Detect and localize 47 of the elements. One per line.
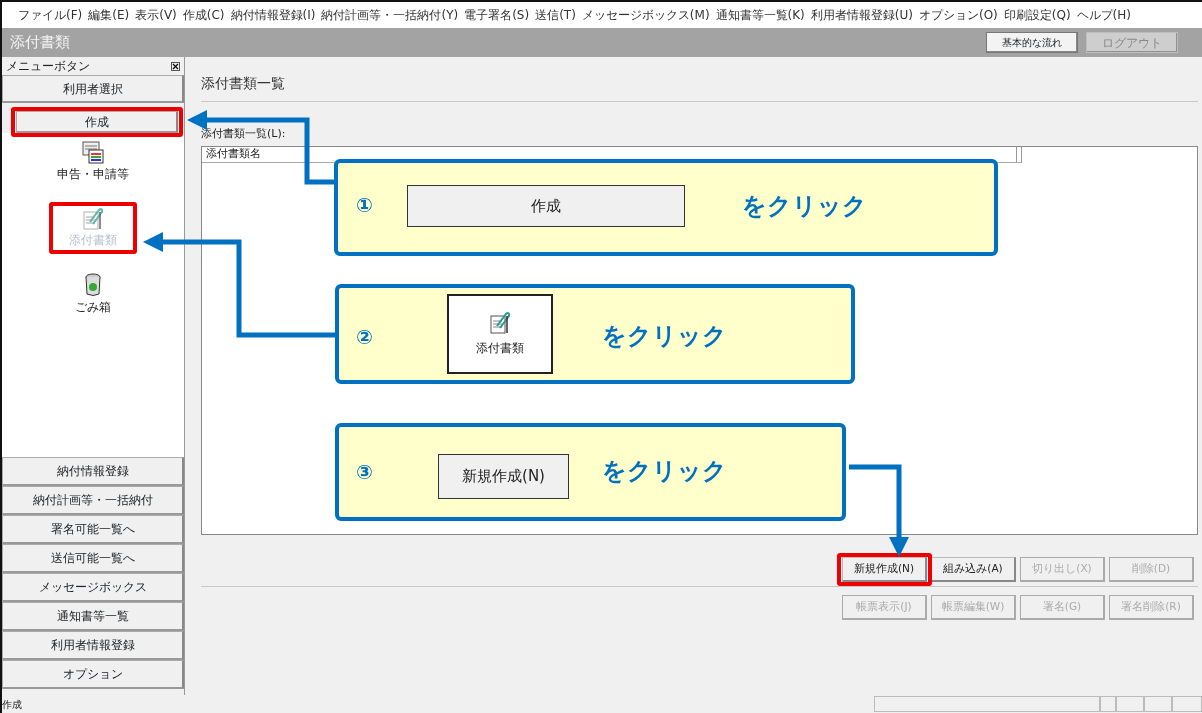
menu-item[interactable]: 納付計画等・一括納付(Y) (321, 6, 459, 24)
menu-button[interactable]: 署名可能一覧へ (2, 515, 184, 544)
menu-button[interactable]: 通知書等一覧 (2, 602, 184, 631)
window-title: 添付書類 (10, 32, 70, 54)
menu-button[interactable]: メッセージボックス (2, 573, 184, 602)
instruction-text: をクリック (602, 321, 727, 352)
tile-label: 添付書類 (476, 340, 524, 357)
menu-button[interactable]: 利用者選択 (2, 75, 184, 103)
instruction-text: をクリック (742, 191, 867, 222)
menu-item[interactable]: 作成(C) (182, 6, 225, 24)
menu-button[interactable]: 納付情報登録 (2, 457, 184, 486)
menu-item[interactable]: ヘルプ(H) (1076, 6, 1131, 24)
menu-button[interactable]: 作成 (16, 111, 178, 133)
status-text: 作成 (2, 697, 22, 712)
sidebar-header: メニューボタン (6, 58, 90, 75)
menu-item[interactable]: 通知書等一覧(K) (715, 6, 805, 24)
menu-item[interactable]: 表示(V) (135, 6, 177, 24)
trash-can-icon (83, 273, 103, 298)
menu-item[interactable]: 印刷設定(Q) (1003, 6, 1071, 24)
menu-item[interactable]: メッセージボックス(M) (581, 6, 710, 24)
menu-icon-label[interactable]: 申告・申請等 (57, 165, 129, 183)
menu-item[interactable]: ファイル(F) (18, 6, 83, 24)
menu-item[interactable]: 送信(T) (535, 6, 576, 24)
page-heading: 添付書類一覧 (201, 74, 286, 93)
button-illustration: 作成 (407, 185, 685, 227)
button-illustration: 新規作成(N) (438, 454, 569, 499)
paperclip-document-icon (488, 311, 512, 335)
menu-item[interactable]: 利用者情報登録(U) (810, 6, 913, 24)
flow-button[interactable]: 基本的な流れ (986, 32, 1078, 53)
step-number: ③ (356, 459, 373, 486)
close-icon (171, 61, 180, 71)
menu-button[interactable]: オプション (2, 660, 184, 689)
instruction-text: をクリック (602, 456, 727, 487)
menu-button[interactable]: 利用者情報登録 (2, 631, 184, 660)
action-button[interactable]: 組み込み(A) (931, 556, 1016, 582)
form-icon (81, 141, 105, 165)
step-number: ② (356, 324, 373, 351)
menu-item[interactable]: 電子署名(S) (464, 6, 530, 24)
menu-button[interactable]: 納付計画等・一括納付 (2, 486, 184, 515)
menu-item[interactable]: 納付情報登録(I) (230, 6, 316, 24)
menu-item[interactable]: 編集(E) (88, 6, 130, 24)
menu-item[interactable]: オプション(O) (918, 6, 998, 24)
paperclip-document-icon (81, 207, 105, 231)
action-button[interactable]: 新規作成(N) (842, 556, 927, 582)
menu-button[interactable]: 送信可能一覧へ (2, 544, 184, 573)
menu-icon-label[interactable]: ごみ箱 (75, 298, 111, 316)
step-number: ① (356, 192, 373, 219)
